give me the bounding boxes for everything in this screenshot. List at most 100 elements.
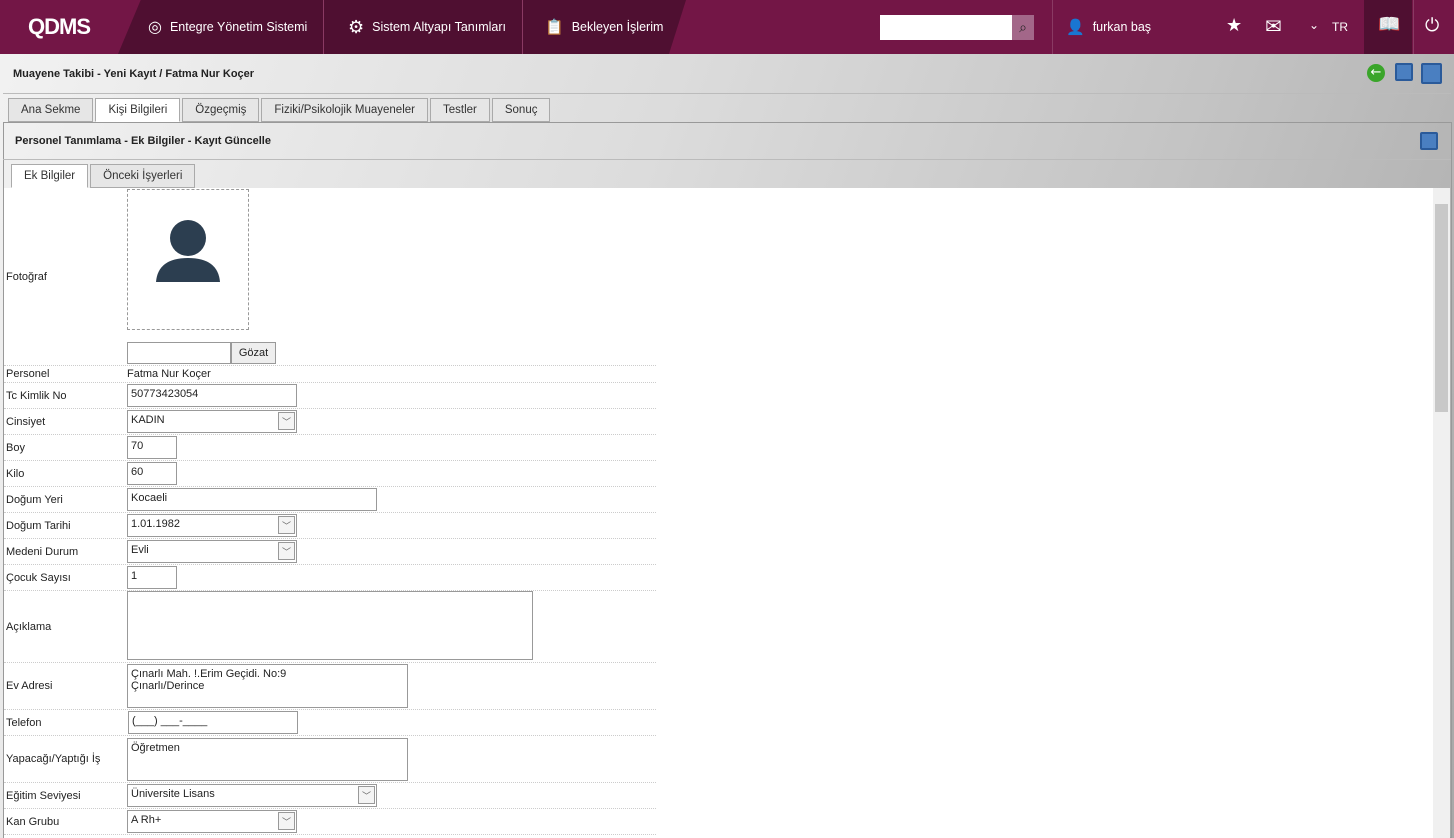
tab-ozgecmis[interactable]: Özgeçmiş bbox=[182, 98, 260, 122]
qdms-logo[interactable]: QDMS bbox=[0, 0, 118, 54]
row-personel: Personel Fatma Nur Koçer bbox=[4, 366, 656, 383]
adres-textarea[interactable]: Çınarlı Mah. !.Erim Geçidi. No:9 Çınarlı… bbox=[127, 664, 408, 708]
divider bbox=[1052, 0, 1053, 54]
medeni-select[interactable]: Evli ﹀ bbox=[127, 540, 297, 563]
label: Personel bbox=[6, 368, 50, 380]
label: Fotoğraf bbox=[6, 271, 47, 283]
row-cocuk: Çocuk Sayısı 1 bbox=[4, 565, 656, 591]
nav-bekleyen[interactable]: 📋 Bekleyen İşlerim bbox=[545, 0, 663, 54]
tab-testler[interactable]: Testler bbox=[429, 98, 490, 122]
row-dogum-yeri: Doğum Yeri Kocaeli bbox=[4, 487, 656, 513]
aciklama-textarea[interactable] bbox=[127, 591, 533, 660]
value: Üniversite Lisans bbox=[131, 788, 215, 800]
row-tc: Tc Kimlik No 50773423054 bbox=[4, 383, 656, 409]
save-all-icon[interactable] bbox=[1421, 63, 1442, 84]
row-cinsiyet: Cinsiyet KADIN ﹀ bbox=[4, 409, 656, 435]
tab-ek-bilgiler[interactable]: Ek Bilgiler bbox=[11, 164, 89, 188]
search-box: ⌕ bbox=[880, 15, 1034, 40]
scrollbar[interactable] bbox=[1433, 188, 1450, 838]
label: Boy bbox=[6, 441, 25, 454]
panel-title: Personel Tanımlama - Ek Bilgiler - Kayıt… bbox=[15, 135, 271, 147]
star-icon[interactable]: ★ bbox=[1226, 15, 1242, 36]
tc-input[interactable]: 50773423054 bbox=[127, 384, 297, 407]
chevron-down-icon[interactable]: ⌄ bbox=[1309, 18, 1319, 32]
person-silhouette-icon bbox=[156, 220, 220, 282]
search-icon[interactable]: ⌕ bbox=[1012, 15, 1034, 40]
cocuk-input[interactable]: 1 bbox=[127, 566, 177, 589]
dogum-yeri-input[interactable]: Kocaeli bbox=[127, 488, 377, 511]
mail-icon[interactable]: ✉ bbox=[1265, 14, 1282, 38]
gear-icon: ⚙ bbox=[348, 16, 365, 37]
value: KADIN bbox=[131, 414, 165, 426]
browse-button[interactable]: Gözat bbox=[231, 342, 276, 364]
clipboard-icon: 📋 bbox=[545, 19, 564, 36]
save-icon[interactable] bbox=[1395, 63, 1413, 81]
scrollbar-thumb[interactable] bbox=[1435, 204, 1448, 412]
tab-onceki-isyerleri[interactable]: Önceki İşyerleri bbox=[90, 164, 196, 188]
user-menu[interactable]: 👤 furkan baş bbox=[1066, 0, 1151, 54]
label: Ev Adresi bbox=[6, 680, 53, 692]
nav-label: Sistem Altyapı Tanımları bbox=[372, 20, 506, 34]
label: Kan Grubu bbox=[6, 815, 60, 828]
egitim-select[interactable]: Üniversite Lisans ﹀ bbox=[127, 784, 377, 807]
row-boy: Boy 70 bbox=[4, 435, 656, 461]
nav-sistem[interactable]: ⚙ Sistem Altyapı Tanımları bbox=[348, 0, 506, 54]
manual-button[interactable]: 📖 bbox=[1364, 0, 1412, 54]
language-selector[interactable]: TR bbox=[1332, 0, 1348, 54]
nav-entegre[interactable]: ◎ Entegre Yönetim Sistemi bbox=[148, 0, 307, 54]
personel-value: Fatma Nur Koçer bbox=[127, 368, 211, 380]
value: 1.01.1982 bbox=[131, 518, 180, 530]
kilo-input[interactable]: 60 bbox=[127, 462, 177, 485]
label: Doğum Tarihi bbox=[6, 519, 71, 532]
row-is: Yapacağı/Yaptığı İş Öğretmen bbox=[4, 736, 656, 783]
row-aciklama: Açıklama bbox=[4, 591, 656, 663]
row-photo: Fotoğraf Gözat bbox=[4, 188, 656, 366]
nav-label: Entegre Yönetim Sistemi bbox=[169, 20, 308, 34]
divider bbox=[3, 159, 1451, 160]
form-area: Fotoğraf Gözat Personel Fatma Nur Koçer T… bbox=[4, 188, 1433, 838]
nav-label: Bekleyen İşlerim bbox=[571, 20, 664, 34]
chevron-down-icon: ﹀ bbox=[278, 412, 295, 430]
divider bbox=[323, 0, 324, 54]
row-telefon: Telefon (___) ___-____ bbox=[4, 710, 656, 736]
value: A Rh+ bbox=[131, 814, 162, 826]
label: Çocuk Sayısı bbox=[6, 571, 71, 584]
tab-kisi-bilgileri[interactable]: Kişi Bilgileri bbox=[95, 98, 181, 122]
label: Tc Kimlik No bbox=[6, 389, 67, 402]
label: Kilo bbox=[6, 467, 25, 480]
divider bbox=[522, 0, 523, 54]
power-icon[interactable]: ⏻ bbox=[1425, 15, 1439, 36]
file-input[interactable] bbox=[127, 342, 231, 364]
row-kilo: Kilo 60 bbox=[4, 461, 656, 487]
book-icon: 📖 bbox=[1378, 14, 1401, 35]
user-name: furkan baş bbox=[1092, 20, 1152, 34]
telefon-input[interactable]: (___) ___-____ bbox=[128, 711, 298, 734]
chevron-down-icon: ﹀ bbox=[358, 786, 375, 804]
tab-sonuc[interactable]: Sonuç bbox=[491, 98, 551, 122]
panel-save-icon[interactable] bbox=[1420, 132, 1438, 150]
chevron-down-icon: ﹀ bbox=[278, 542, 295, 560]
is-textarea[interactable]: Öğretmen bbox=[127, 738, 408, 781]
row-adres: Ev Adresi Çınarlı Mah. !.Erim Geçidi. No:… bbox=[4, 663, 656, 710]
main-tabs: Ana Sekme Kişi Bilgileri Özgeçmiş Fiziki… bbox=[8, 98, 551, 122]
page-title: Muayene Takibi - Yeni Kayıt / Fatma Nur … bbox=[13, 68, 255, 80]
label: Telefon bbox=[6, 716, 42, 729]
divider bbox=[3, 93, 1451, 94]
dogum-tarihi-picker[interactable]: 1.01.1982 ﹀ bbox=[127, 514, 297, 537]
row-dogum-tarihi: Doğum Tarihi 1.01.1982 ﹀ bbox=[4, 513, 656, 539]
divider bbox=[1413, 0, 1414, 54]
boy-input[interactable]: 70 bbox=[127, 436, 177, 459]
label: Doğum Yeri bbox=[6, 493, 63, 506]
kan-select[interactable]: A Rh+ ﹀ bbox=[127, 810, 297, 833]
search-input[interactable] bbox=[880, 15, 1012, 40]
label: Yapacağı/Yaptığı İş bbox=[6, 753, 101, 765]
label: Cinsiyet bbox=[6, 415, 46, 428]
back-icon[interactable]: ← bbox=[1367, 64, 1385, 82]
label: Eğitim Seviyesi bbox=[6, 789, 81, 802]
label: Açıklama bbox=[6, 620, 52, 633]
tab-ana-sekme[interactable]: Ana Sekme bbox=[8, 98, 94, 122]
cinsiyet-select[interactable]: KADIN ﹀ bbox=[127, 410, 297, 433]
chevron-down-icon: ﹀ bbox=[278, 812, 295, 830]
chevron-down-icon: ﹀ bbox=[278, 516, 295, 534]
tab-muayeneler[interactable]: Fiziki/Psikolojik Muayeneler bbox=[261, 98, 428, 122]
